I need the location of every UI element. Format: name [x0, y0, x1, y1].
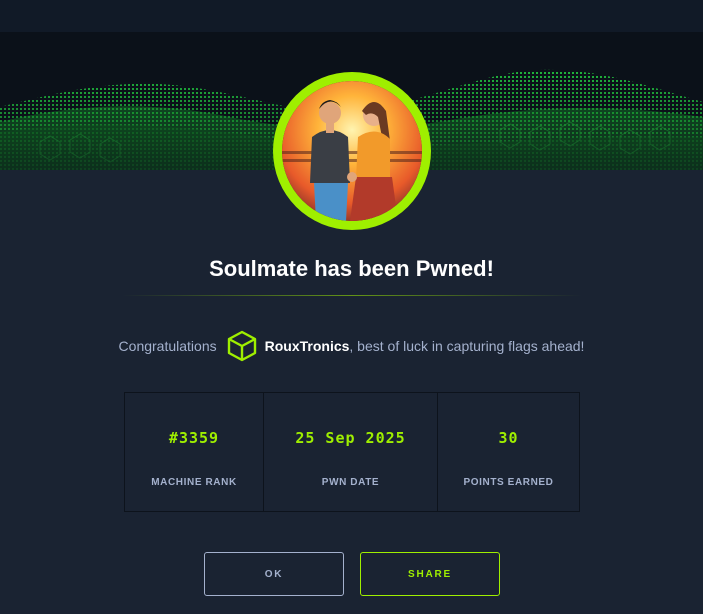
stat-label: POINTS EARNED: [463, 477, 554, 488]
stat-pwn-date: 25 Sep 2025 PWN DATE: [264, 393, 438, 511]
avatar-image: [282, 81, 422, 221]
machine-avatar: [273, 72, 431, 230]
title-divider: [122, 295, 582, 296]
stat-value: 30: [498, 429, 519, 447]
stat-label: PWN DATE: [321, 477, 380, 488]
congrats-prefix: Congratulations: [118, 338, 217, 354]
ok-button[interactable]: OK: [204, 552, 344, 596]
stat-label: MACHINE RANK: [151, 477, 237, 488]
congratulations-message: Congratulations RouxTronics , best of lu…: [0, 328, 703, 364]
username[interactable]: RouxTronics: [265, 338, 350, 354]
pwned-modal: Soulmate has been Pwned! Congratulations…: [0, 0, 703, 614]
share-button[interactable]: SHARE: [360, 552, 500, 596]
stat-machine-rank: #3359 MACHINE RANK: [125, 393, 264, 511]
modal-top-edge: [0, 0, 703, 32]
stat-points-earned: 30 POINTS EARNED: [438, 393, 579, 511]
page-title: Soulmate has been Pwned!: [209, 256, 494, 281]
stat-value: #3359: [168, 429, 220, 447]
stats-panel: #3359 MACHINE RANK 25 Sep 2025 PWN DATE …: [124, 392, 580, 512]
cube-icon: [227, 330, 257, 362]
stat-value: 25 Sep 2025: [295, 429, 406, 447]
congrats-suffix: , best of luck in capturing flags ahead!: [349, 338, 585, 354]
